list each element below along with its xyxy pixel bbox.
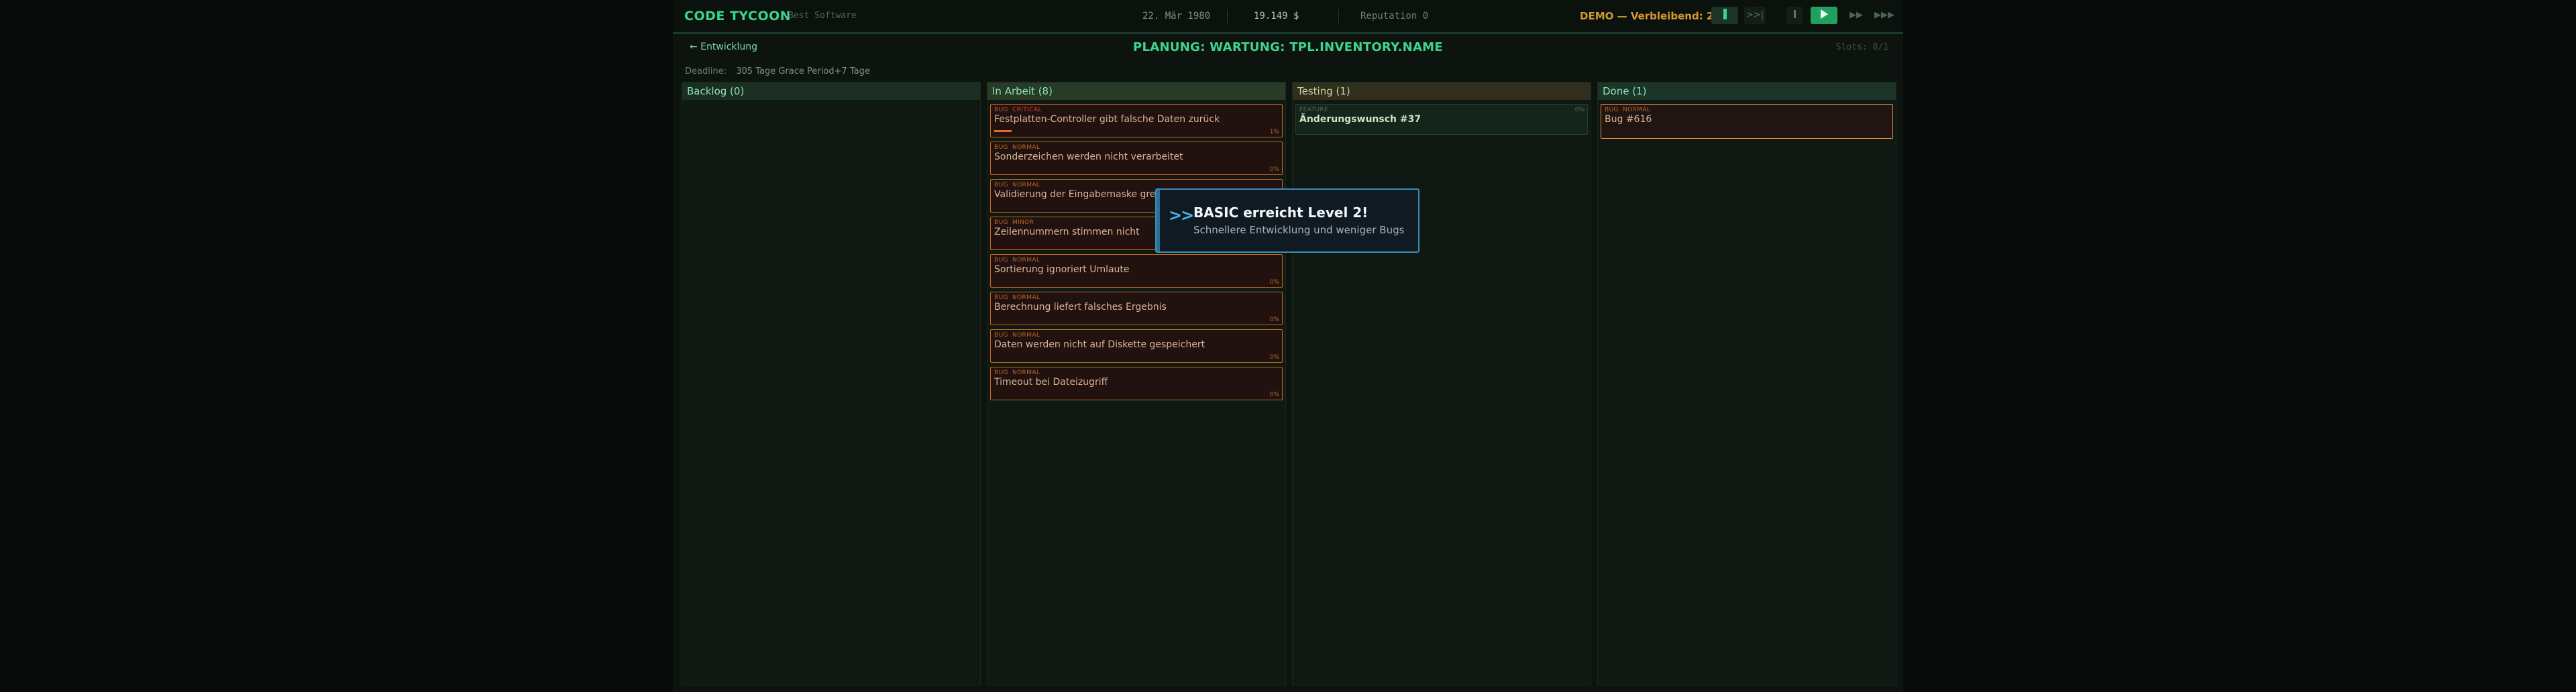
card-tag: BUG NORMAL — [994, 369, 1040, 376]
column-testing: Testing (1) FEATURE 0% Änderungswunsch #… — [1292, 82, 1591, 685]
card-tag: BUG NORMAL — [1605, 107, 1650, 113]
fast-forward-button[interactable]: ▶▶ — [1845, 7, 1867, 24]
divider — [1227, 9, 1228, 23]
card-type: BUG — [1605, 107, 1619, 113]
step-icon — [1793, 10, 1796, 18]
card-title: Berechnung liefert falsches Ergebnis — [994, 302, 1167, 312]
card-severity: NORMAL — [1012, 369, 1040, 376]
toast-title: BASIC erreicht Level 2! — [1193, 205, 1368, 221]
column-backlog: Backlog (0) — [682, 82, 981, 685]
card-title: Bug #616 — [1605, 114, 1652, 125]
play-icon — [1820, 9, 1828, 19]
column-header-in-progress: In Arbeit (8) — [987, 82, 1285, 100]
task-card[interactable]: BUG NORMAL Bug #616 — [1601, 104, 1893, 139]
task-card[interactable]: BUG CRITICAL Festplatten-Controller gibt … — [990, 104, 1283, 137]
card-percent: 0% — [1269, 316, 1279, 323]
card-percent: 0% — [1269, 279, 1279, 286]
card-type: BUG — [994, 107, 1008, 113]
card-title: Änderungswunsch #37 — [1299, 114, 1421, 125]
card-severity: MINOR — [1012, 219, 1034, 226]
card-tag: BUG NORMAL — [994, 294, 1040, 301]
toast-accent — [1157, 190, 1160, 251]
column-done: Done (1) BUG NORMAL Bug #616 — [1597, 82, 1896, 685]
chevrons-icon: >> — [1169, 206, 1194, 225]
game-date: 22. Mär 1980 — [1142, 11, 1211, 21]
card-title: Sonderzeichen werden nicht verarbeitet — [994, 152, 1183, 162]
card-severity: NORMAL — [1012, 144, 1040, 151]
card-title: Sortierung ignoriert Umlaute — [994, 264, 1130, 275]
card-type: BUG — [994, 219, 1008, 226]
card-type: BUG — [994, 294, 1008, 301]
card-tag: BUG NORMAL — [994, 182, 1040, 188]
card-title: Zeilennummern stimmen nicht — [994, 227, 1140, 237]
card-type: FEATURE — [1299, 107, 1329, 113]
card-percent: 0% — [1269, 354, 1279, 361]
card-percent: 1% — [1269, 129, 1279, 135]
deadline-row: Deadline: 305 Tage Grace Period+7 Tage — [685, 66, 870, 76]
task-card[interactable]: BUG NORMAL Timeout bei Dateizugriff 0% — [990, 367, 1283, 400]
skip-button[interactable]: >>| — [1744, 7, 1766, 24]
pause-icon — [1723, 9, 1727, 19]
task-card[interactable]: BUG NORMAL Berechnung liefert falsches Er… — [990, 292, 1283, 325]
card-percent: 0% — [1574, 107, 1585, 113]
card-tag: BUG NORMAL — [994, 257, 1040, 264]
column-in-progress: In Arbeit (8) BUG CRITICAL Festplatten-Co… — [987, 82, 1286, 685]
column-header-backlog: Backlog (0) — [682, 82, 980, 100]
card-tag: BUG CRITICAL — [994, 107, 1042, 113]
grace-period: Grace Period+7 Tage — [778, 66, 870, 76]
fastest-forward-button[interactable]: ▶▶▶ — [1870, 7, 1899, 24]
card-tag: BUG MINOR — [994, 219, 1034, 226]
divider — [1338, 9, 1339, 23]
task-card[interactable]: BUG NORMAL Sonderzeichen werden nicht ver… — [990, 141, 1283, 175]
card-title: Daten werden nicht auf Diskette gespeich… — [994, 339, 1205, 350]
task-card[interactable]: BUG NORMAL Daten werden nicht auf Diskett… — [990, 329, 1283, 363]
slots-counter: Slots: 8/1 — [1835, 42, 1888, 52]
column-header-done: Done (1) — [1598, 82, 1896, 100]
card-percent: 0% — [1269, 166, 1279, 173]
card-severity: NORMAL — [1012, 294, 1040, 301]
deadline-label: Deadline: — [685, 66, 727, 76]
pause-button[interactable] — [1711, 7, 1738, 24]
level-up-toast: >> BASIC erreicht Level 2! Schnellere En… — [1155, 188, 1419, 253]
step-button[interactable] — [1786, 7, 1803, 24]
card-progress-bar — [994, 130, 1012, 132]
card-type: BUG — [994, 182, 1008, 188]
card-type: BUG — [994, 257, 1008, 264]
app-window: CODE TYCOON Best Software 22. Mär 1980 1… — [673, 0, 1903, 692]
card-type: BUG — [994, 144, 1008, 151]
column-header-testing: Testing (1) — [1293, 82, 1591, 100]
deadline-value: 305 Tage — [736, 66, 776, 76]
reputation-display: Reputation 0 — [1360, 11, 1429, 21]
toast-message: Schnellere Entwicklung und weniger Bugs — [1193, 224, 1405, 236]
card-severity: NORMAL — [1012, 182, 1040, 188]
play-button[interactable] — [1811, 7, 1837, 24]
card-severity: CRITICAL — [1012, 107, 1042, 113]
task-card[interactable]: FEATURE 0% Änderungswunsch #37 — [1295, 104, 1588, 135]
task-card[interactable]: BUG NORMAL Sortierung ignoriert Umlaute 0… — [990, 254, 1283, 288]
card-severity: NORMAL — [1012, 257, 1040, 264]
money-display: 19.149 $ — [1254, 11, 1299, 21]
app-title: CODE TYCOON — [684, 9, 792, 23]
card-type: BUG — [994, 332, 1008, 339]
top-bar: CODE TYCOON Best Software 22. Mär 1980 1… — [673, 0, 1903, 34]
company-name: Best Software — [788, 11, 857, 21]
card-title: Validierung der Eingabemaske greift — [994, 189, 1165, 200]
card-type: BUG — [994, 369, 1008, 376]
card-title: Timeout bei Dateizugriff — [994, 377, 1108, 388]
card-percent: 0% — [1269, 392, 1279, 398]
card-severity: NORMAL — [1622, 107, 1651, 113]
card-title: Festplatten-Controller gibt falsche Date… — [994, 114, 1220, 125]
card-tag: BUG NORMAL — [994, 144, 1040, 151]
card-severity: NORMAL — [1012, 332, 1040, 339]
demo-remaining: DEMO — Verbleibend: 2 Ja — [1580, 10, 1728, 22]
page-title: PLANUNG: WARTUNG: TPL.INVENTORY.NAME — [1133, 40, 1443, 54]
card-tag: BUG NORMAL — [994, 332, 1040, 339]
